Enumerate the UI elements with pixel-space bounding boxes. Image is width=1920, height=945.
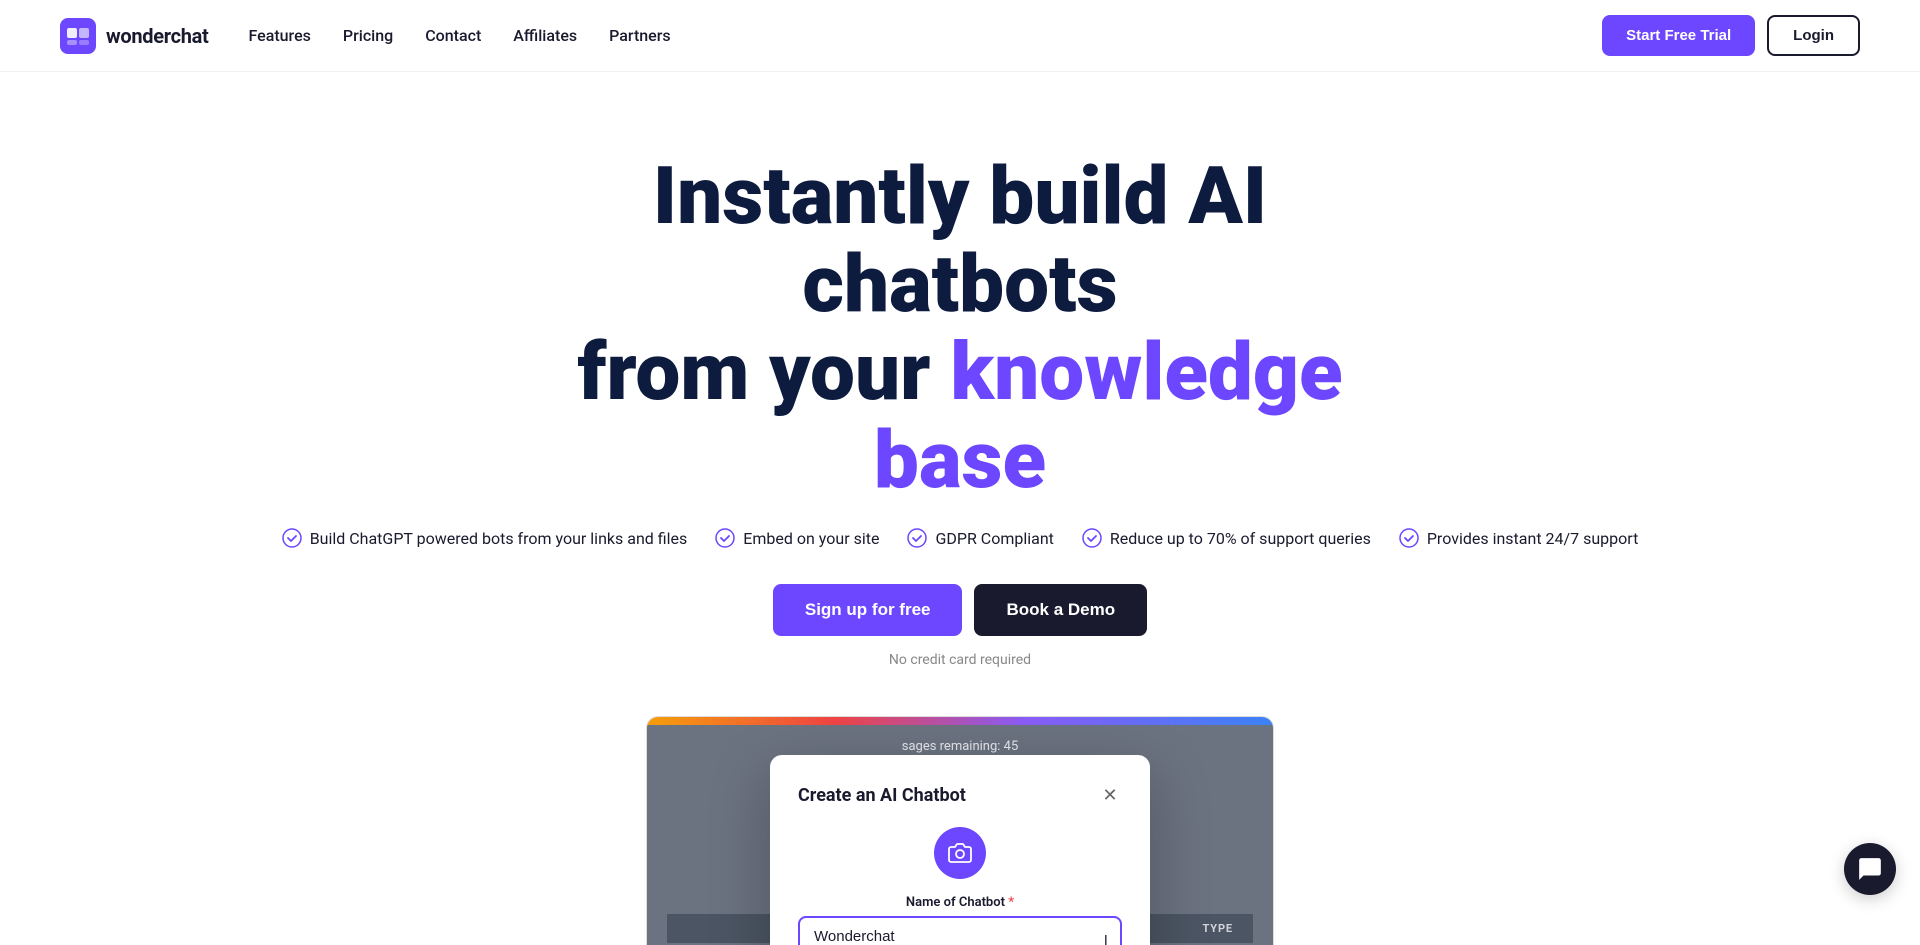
chatbot-name-input[interactable] [798,916,1122,945]
nav-links: Features Pricing Contact Affiliates Part… [248,26,670,45]
avatar [934,827,986,879]
start-free-trial-button[interactable]: Start Free Trial [1602,15,1755,56]
check-icon-5 [1399,528,1419,548]
hero-features: Build ChatGPT powered bots from your lin… [282,528,1639,548]
nav-contact[interactable]: Contact [425,26,481,45]
navbar-left: wonderchat Features Pricing Contact Affi… [60,18,671,54]
dashboard-preview: sages remaining: 45 Create an AI Chatbot… [646,716,1274,945]
feature-support-text: Provides instant 24/7 support [1427,529,1638,548]
feature-gdpr: GDPR Compliant [907,528,1053,548]
modal-title: Create an AI Chatbot [798,785,966,806]
check-icon-1 [282,528,302,548]
chatbot-name-field-group: Name of Chatbot * | [798,895,1122,945]
check-icon-4 [1082,528,1102,548]
preview-content: sages remaining: 45 Create an AI Chatbot… [647,725,1273,945]
login-button[interactable]: Login [1767,15,1860,56]
hero-cta: Sign up for free Book a Demo [773,584,1147,636]
logo-icon [60,18,96,54]
messages-remaining: sages remaining: 45 [667,739,1253,754]
nav-partners[interactable]: Partners [609,26,671,45]
camera-icon [948,841,972,865]
modal-header: Create an AI Chatbot ✕ [798,783,1122,807]
book-demo-button[interactable]: Book a Demo [974,584,1147,636]
navbar: wonderchat Features Pricing Contact Affi… [0,0,1920,72]
logo[interactable]: wonderchat [60,18,208,54]
chatbot-name-label: Name of Chatbot * [798,895,1122,910]
hero-title-plain: from your [577,325,950,419]
feature-embed-text: Embed on your site [743,529,879,548]
feature-embed: Embed on your site [715,528,879,548]
logo-text: wonderchat [106,24,208,48]
navbar-right: Start Free Trial Login [1602,15,1860,56]
chat-bubble-icon [1857,856,1883,882]
nav-pricing[interactable]: Pricing [343,26,393,45]
hero-section: Instantly build AI chatbots from your kn… [0,72,1920,945]
nav-features[interactable]: Features [248,26,310,45]
modal-avatar-row [798,827,1122,879]
hero-title-line1: Instantly build AI chatbots [510,152,1410,328]
feature-reduce-text: Reduce up to 70% of support queries [1110,529,1371,548]
check-icon-2 [715,528,735,548]
hero-note: No credit card required [889,652,1031,668]
hero-title-line2: from your knowledge base [510,328,1410,504]
nav-affiliates[interactable]: Affiliates [513,26,577,45]
feature-reduce: Reduce up to 70% of support queries [1082,528,1371,548]
required-star: * [1008,895,1014,910]
feature-chatgpt: Build ChatGPT powered bots from your lin… [282,528,688,548]
create-chatbot-modal: Create an AI Chatbot ✕ Name of Chatbot [770,755,1150,945]
feature-support: Provides instant 24/7 support [1399,528,1638,548]
feature-gdpr-text: GDPR Compliant [935,529,1053,548]
chat-bubble-button[interactable] [1844,843,1896,895]
signup-button[interactable]: Sign up for free [773,584,963,636]
preview-top-bar [647,717,1273,725]
feature-chatgpt-text: Build ChatGPT powered bots from your lin… [310,529,688,548]
check-icon-3 [907,528,927,548]
modal-close-button[interactable]: ✕ [1098,783,1122,807]
